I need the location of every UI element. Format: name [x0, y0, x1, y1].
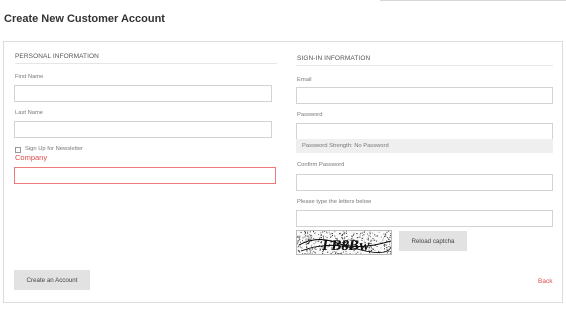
last-name-input[interactable]: [14, 121, 272, 138]
create-account-button[interactable]: Create an Account: [14, 270, 90, 290]
newsletter-label: Sign Up for Newsletter: [25, 146, 83, 152]
page-title: Create New Customer Account: [4, 13, 165, 25]
confirm-password-input[interactable]: [296, 174, 553, 191]
personal-info-heading: PERSONAL INFORMATION: [15, 53, 99, 60]
captcha-input[interactable]: [296, 210, 553, 227]
password-input[interactable]: [296, 123, 553, 140]
first-name-input[interactable]: [14, 85, 272, 102]
captcha-code: FB8Bw: [321, 238, 371, 254]
personal-info-divider: [15, 63, 277, 64]
company-input[interactable]: [14, 167, 276, 184]
password-strength-meter: Password Strength: No Password: [296, 139, 553, 153]
back-link[interactable]: Back: [538, 278, 552, 285]
email-input[interactable]: [296, 87, 553, 104]
company-label: Company: [15, 153, 48, 162]
last-name-label: Last Name: [15, 110, 44, 116]
signin-info-divider: [296, 65, 553, 66]
first-name-label: First Name: [15, 74, 44, 80]
account-form: PERSONAL INFORMATION First Name Last Nam…: [3, 41, 563, 303]
email-label: Email: [297, 77, 312, 83]
header-divider: [380, 0, 566, 1]
reload-captcha-button[interactable]: Reload captcha: [399, 231, 467, 251]
signin-info-heading: SIGN-IN INFORMATION: [297, 55, 371, 62]
password-label: Password: [297, 112, 323, 118]
confirm-password-label: Confirm Password: [297, 162, 345, 168]
captcha-label: Please type the letters below: [297, 199, 372, 205]
captcha-noise: FB8Bw: [297, 231, 391, 254]
captcha-image: FB8Bw: [296, 230, 392, 255]
